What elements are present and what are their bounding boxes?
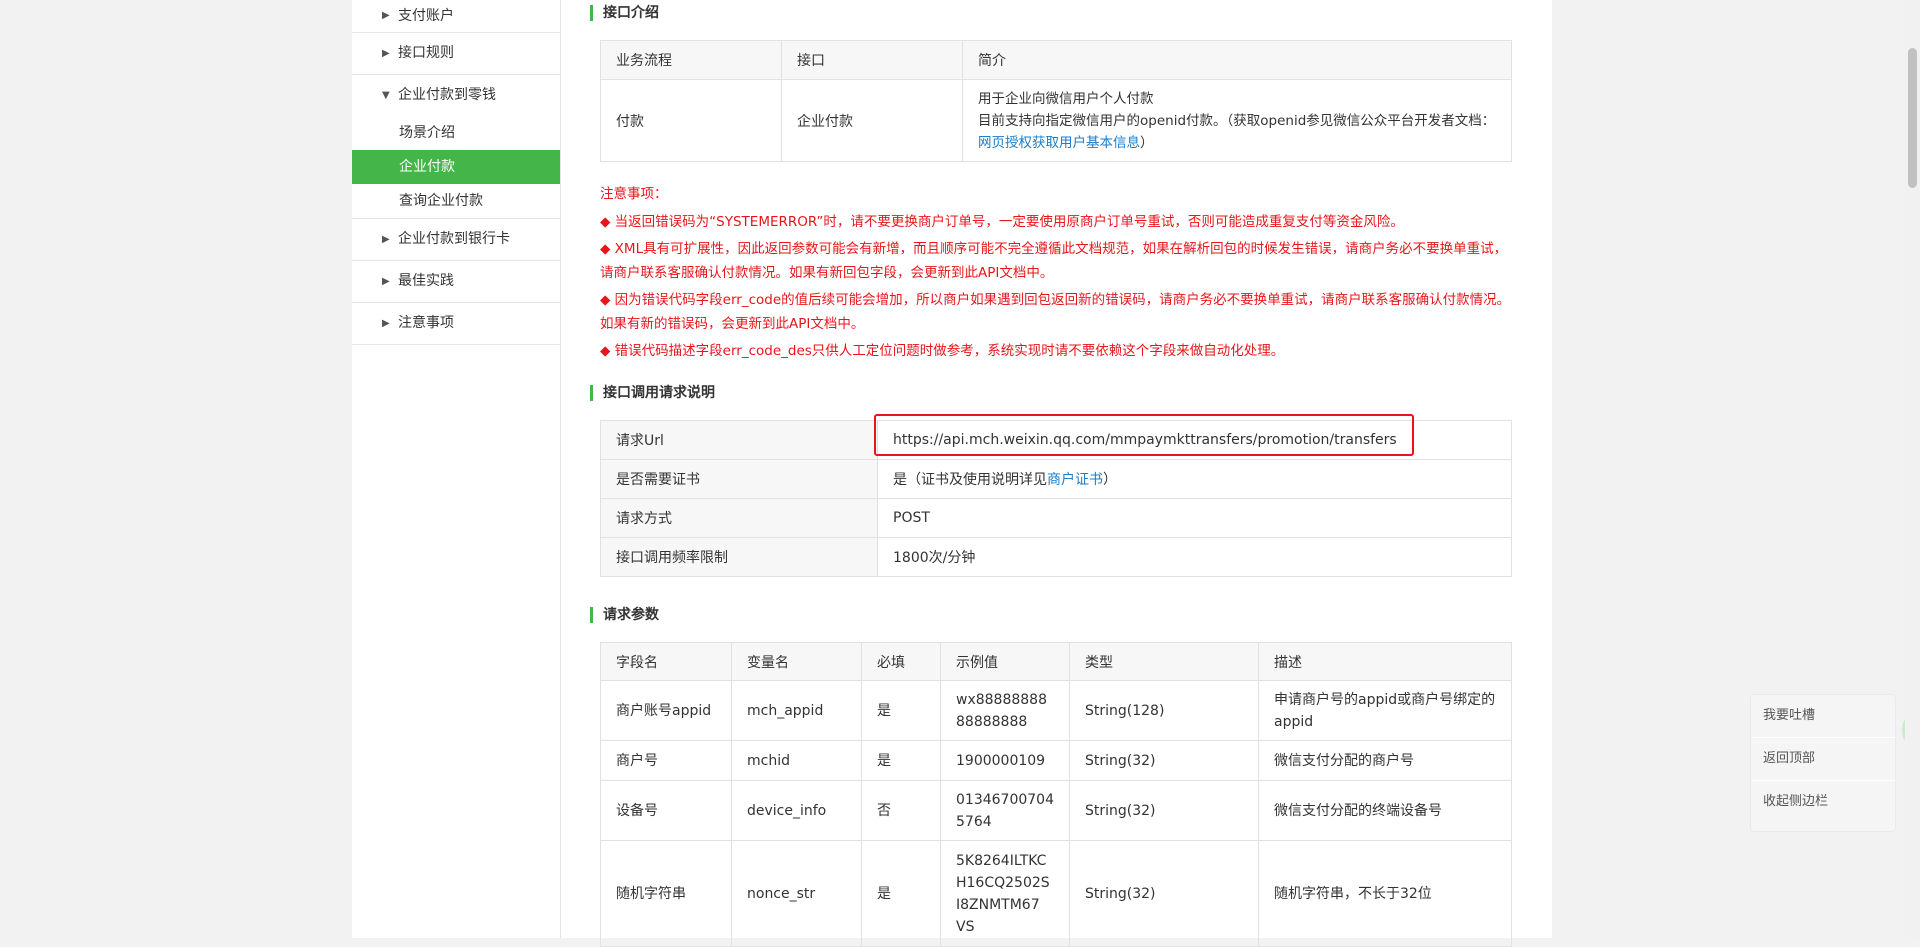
table-row: 付款 企业付款 用于企业向微信用户个人付款 目前支持向指定微信用户的openid…: [600, 79, 1512, 162]
params-header-type: 类型: [1068, 642, 1259, 681]
chevron-right-icon: ▶: [382, 10, 390, 21]
notice-item: ◆ 因为错误代码字段err_code的值后续可能会增加，所以商户如果遇到回包返回…: [600, 292, 1511, 332]
url-highlight-box: [874, 414, 1414, 456]
floating-panel: 我要吐槽 返回顶部 收起侧边栏: [1750, 694, 1896, 832]
request-key-rate: 接口调用频率限制: [600, 537, 878, 577]
intro-header-api: 接口: [781, 40, 963, 80]
table-row: 随机字符串 nonce_str 是 5K8264ILTKC H16CQ2502S I…: [600, 840, 1513, 947]
intro-table: 业务流程 接口 简介 付款 企业付款 用于企业向微信用户个人付款 目前支持向指定…: [600, 40, 1512, 162]
sidebar-subitem-enterprise-pay[interactable]: 企业付款: [352, 150, 560, 184]
params-header-required: 必填: [861, 642, 941, 681]
notice-item: ◆ 当返回错误码为“SYSTEMERROR”时，请不要更换商户订单号，一定要使用…: [600, 214, 1404, 230]
request-key-cert: 是否需要证书: [600, 459, 878, 499]
sidebar-item-best-practice[interactable]: ▶ 最佳实践: [352, 261, 560, 303]
notice-item: ◆ 错误代码描述字段err_code_des只供人工定位问题时做参考，系统实现时…: [600, 343, 1285, 359]
collapse-sidebar-button[interactable]: 收起侧边栏: [1751, 781, 1895, 823]
params-header-example: 示例值: [940, 642, 1070, 681]
request-rate-value: 1800次/分钟: [877, 537, 1512, 577]
table-row: 设备号 device_info 否 01346700704 5764 String…: [600, 780, 1513, 841]
request-key-method: 请求方式: [600, 498, 878, 538]
params-header-field: 字段名: [600, 642, 732, 681]
sidebar-subitem-scenario[interactable]: 场景介绍: [352, 116, 560, 150]
request-key-url: 请求Url: [600, 420, 878, 460]
table-row: 商户账号appid mch_appid 是 wx88888888 88888888…: [600, 680, 1513, 741]
sidebar-item-pay-to-bank[interactable]: ▶ 企业付款到银行卡: [352, 219, 560, 261]
sidebar-nav: ▶ 支付账户 ▶ 接口规则 ▼ 企业付款到零钱 场景介绍 企业付款 查询企业付款…: [352, 0, 560, 345]
merchant-cert-link[interactable]: 商户证书: [1047, 472, 1103, 488]
chevron-right-icon: ▶: [382, 318, 390, 329]
table-row: 接口调用频率限制 1800次/分钟: [600, 537, 1512, 577]
feedback-button[interactable]: 我要吐槽: [1751, 695, 1895, 738]
sidebar-subitem-query-pay[interactable]: 查询企业付款: [352, 184, 560, 219]
intro-header-flow: 业务流程: [600, 40, 782, 80]
chevron-down-icon: ▼: [382, 90, 390, 101]
intro-cell-desc: 用于企业向微信用户个人付款 目前支持向指定微信用户的openid付款。（获取op…: [962, 79, 1512, 162]
table-row: 请求方式 POST: [600, 498, 1512, 538]
notice-block: 注意事项： ◆ 当返回错误码为“SYSTEMERROR”时，请不要更换商户订单号…: [600, 182, 1512, 366]
intro-header-desc: 简介: [962, 40, 1512, 80]
oauth-doc-link[interactable]: 网页授权获取用户基本信息: [978, 135, 1140, 151]
table-row: 商户号 mchid 是 1900000109 String(32) 微信支付分配…: [600, 740, 1513, 781]
chevron-right-icon: ▶: [382, 234, 390, 245]
sidebar-item-payment-account[interactable]: ▶ 支付账户: [352, 0, 560, 33]
notice-title: 注意事项：: [600, 186, 668, 202]
table-row: 是否需要证书 是（证书及使用说明详见商户证书）: [600, 459, 1512, 499]
request-cert-value: 是（证书及使用说明详见商户证书）: [877, 459, 1512, 499]
section-title-request: 接口调用请求说明: [590, 385, 715, 401]
intro-cell-flow: 付款: [600, 79, 782, 162]
sidebar: ▶ 支付账户 ▶ 接口规则 ▼ 企业付款到零钱 场景介绍 企业付款 查询企业付款…: [352, 0, 561, 938]
params-header-desc: 描述: [1257, 642, 1513, 681]
back-to-top-button[interactable]: 返回顶部: [1751, 738, 1895, 781]
scrollbar-thumb[interactable]: [1908, 48, 1917, 188]
section-title-intro: 接口介绍: [590, 5, 659, 21]
params-table: 字段名 变量名 必填 示例值 类型 描述 商户账号appid mch_appid…: [600, 642, 1513, 947]
chevron-right-icon: ▶: [382, 276, 390, 287]
sidebar-item-enterprise-pay-to-balance[interactable]: ▼ 企业付款到零钱: [352, 75, 560, 116]
notice-item: ◆ XML具有可扩展性，因此返回参数可能会有新增，而且顺序可能不完全遵循此文档规…: [600, 241, 1508, 281]
sidebar-item-notes[interactable]: ▶ 注意事项: [352, 303, 560, 345]
section-title-params: 请求参数: [590, 607, 659, 623]
intro-cell-api: 企业付款: [781, 79, 963, 162]
sidebar-item-api-rules[interactable]: ▶ 接口规则: [352, 33, 560, 75]
chevron-right-icon: ▶: [382, 48, 390, 59]
request-method-value: POST: [877, 498, 1512, 538]
params-header-var: 变量名: [731, 642, 862, 681]
